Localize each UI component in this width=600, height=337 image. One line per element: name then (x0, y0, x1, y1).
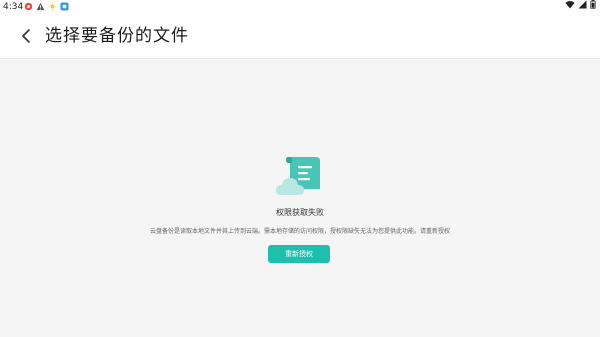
chevron-left-icon[interactable] (16, 25, 38, 47)
warning-icon (36, 2, 45, 11)
empty-state: 权限获取失败 云盘备份是读取本地文件并其上传到云端。需本地存储的访问权限，授权限… (0, 59, 600, 337)
reauthorize-button[interactable]: 重新授权 (268, 245, 330, 263)
sun-icon (48, 2, 57, 11)
error-description: 云盘备份是读取本地文件并其上传到云端。需本地存储的访问权限，授权限缺失无法为您提… (149, 228, 450, 235)
signal-icon (578, 0, 587, 14)
status-bar: 4:34 (0, 0, 600, 14)
status-time: 4:34 (3, 2, 24, 12)
cloud-document-icon (276, 155, 324, 199)
battery-icon (590, 0, 596, 14)
status-right-icons (565, 0, 596, 15)
error-title: 权限获取失败 (276, 208, 324, 217)
weibo-like-icon (24, 2, 33, 11)
wifi-icon (565, 0, 575, 14)
page-title: 选择要备份的文件 (45, 26, 189, 46)
app-bar: 选择要备份的文件 (0, 14, 600, 59)
app-icon (60, 2, 69, 11)
